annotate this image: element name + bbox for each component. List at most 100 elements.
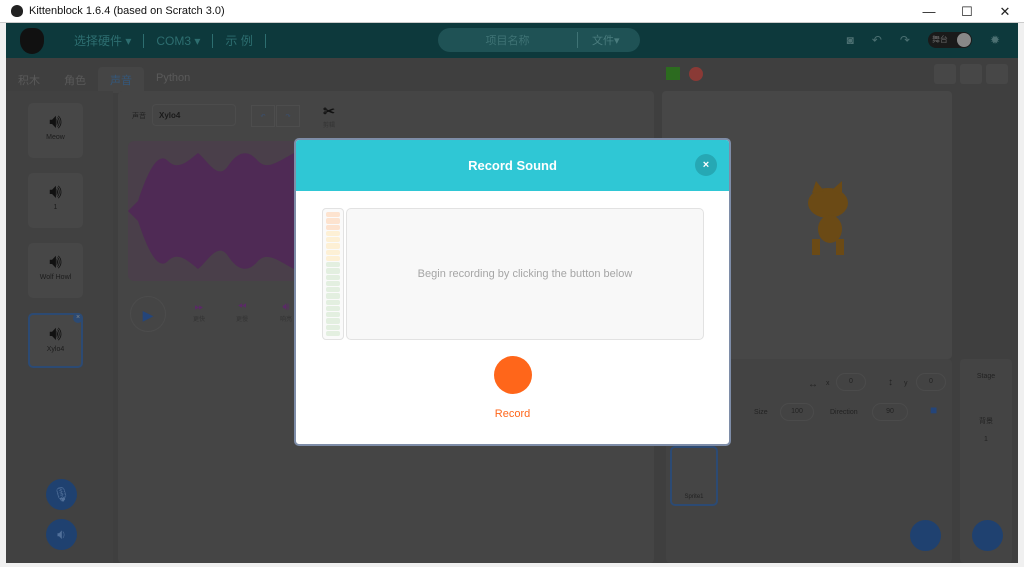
sound-tile[interactable]: 🔊︎ 1: [28, 173, 83, 228]
record-sound-button[interactable]: 🎙︎: [46, 479, 77, 510]
size-input[interactable]: 100: [780, 403, 814, 421]
file-menu[interactable]: 文件▾: [578, 32, 620, 48]
undo-button[interactable]: ↶: [251, 105, 275, 127]
choose-backdrop-button[interactable]: [972, 520, 1003, 551]
close-window-button[interactable]: ✕: [986, 0, 1024, 23]
sound-name: 1: [53, 204, 58, 211]
meter-segment: [326, 249, 340, 255]
project-name-placeholder: 项目名称: [438, 32, 578, 48]
meter-segment: [326, 237, 340, 243]
kittenblock-logo: [20, 27, 44, 54]
normal-stage-button[interactable]: [960, 64, 982, 84]
meter-segment: [326, 299, 340, 305]
speaker-icon: 🔊︎: [49, 251, 62, 273]
effect-louder[interactable]: 🔊︎ 响亮: [280, 301, 292, 323]
tab-costumes[interactable]: 角色: [52, 67, 98, 93]
sprite-tile[interactable]: Sprite1: [670, 446, 718, 506]
sprite-name: Sprite1: [684, 494, 704, 500]
meter-segment: [326, 287, 340, 293]
meter-segment: [326, 224, 340, 230]
effect-faster[interactable]: ⏩︎ 更快: [193, 301, 205, 323]
meter-segment: [326, 293, 340, 299]
sound-name: Meow: [46, 134, 65, 141]
meter-segment: [326, 330, 340, 336]
record-sound-modal: Record Sound × Begin recording by clicki…: [294, 138, 731, 446]
meter-segment: [326, 280, 340, 286]
waveform: [128, 141, 298, 281]
stage-title: Stage: [976, 373, 996, 380]
small-stage-button[interactable]: [934, 64, 956, 84]
meter-segment: [326, 243, 340, 249]
mode-toggle[interactable]: 舞台: [927, 32, 972, 48]
x-label: x: [826, 380, 830, 387]
x-arrows-icon: ↔: [808, 379, 818, 390]
recording-hint: Begin recording by clicking the button b…: [417, 268, 633, 280]
direction-input[interactable]: 90: [872, 403, 908, 421]
sound-name-label: 声音: [132, 113, 146, 120]
sound-tile[interactable]: 🔊︎ Meow: [28, 103, 83, 158]
camera-icon[interactable]: ◙: [847, 33, 854, 47]
sound-tile[interactable]: 🔊︎ Wolf Howl: [28, 243, 83, 298]
choose-sprite-button[interactable]: [910, 520, 941, 551]
backdrops-count: 1: [984, 436, 988, 443]
speaker-icon: 🔊︎: [49, 181, 62, 203]
microphone-icon: 🎙︎: [52, 486, 71, 502]
x-input[interactable]: 0: [836, 373, 866, 391]
robot-icon[interactable]: ■: [930, 403, 937, 417]
green-flag-icon[interactable]: [666, 67, 680, 80]
sound-name-input[interactable]: Xylo4: [152, 104, 236, 126]
tab-sounds[interactable]: 声音: [98, 67, 144, 93]
speaker-icon: 🔊︎: [49, 323, 62, 345]
scissors-icon: ✂: [323, 103, 335, 119]
tab-code[interactable]: 积木: [6, 67, 52, 93]
sound-tile-selected[interactable]: × 🔊︎ Xylo4: [28, 313, 83, 368]
menubar: 选择硬件 ▾ COM3 ▾ 示 例 项目名称 文件▾ ◙ ↶ ↷ 舞台 ✹: [6, 23, 1018, 58]
cat-sprite: [808, 181, 848, 255]
trim-button[interactable]: ✂ 剪辑: [323, 103, 335, 129]
project-name-input[interactable]: 项目名称 文件▾: [438, 28, 640, 52]
sound-list: 🔊︎ Meow 🔊︎ 1 🔊︎ Wolf Howl × 🔊︎ Xylo4 🎙︎ 🔉︎: [6, 91, 113, 563]
redo-button[interactable]: ↷: [276, 105, 300, 127]
y-input[interactable]: 0: [916, 373, 946, 391]
stop-icon[interactable]: [689, 67, 703, 81]
add-sound-icon: 🔉︎: [57, 526, 66, 542]
modal-title: Record Sound: [468, 158, 557, 173]
title-bar: Kittenblock 1.6.4 (based on Scratch 3.0)…: [0, 0, 1024, 23]
redo-icon[interactable]: ↷: [900, 33, 910, 47]
undo-icon[interactable]: ↶: [872, 33, 882, 47]
meter-segment: [326, 212, 340, 218]
close-modal-button[interactable]: ×: [695, 154, 717, 176]
meter-segment: [326, 268, 340, 274]
settings-gear-icon[interactable]: ✹: [990, 33, 1000, 47]
size-label: Size: [754, 409, 768, 416]
sound-name: Wolf Howl: [39, 274, 72, 281]
editor-tabs: 积木 角色 声音 Python: [6, 67, 202, 93]
backdrops-label: 背景: [979, 418, 993, 425]
delete-icon[interactable]: ×: [73, 313, 83, 323]
meter-segment: [326, 324, 340, 330]
waveform-graphic: [128, 151, 298, 271]
choose-sound-button[interactable]: 🔉︎: [46, 519, 77, 550]
effect-slower[interactable]: ⏪︎ 更慢: [236, 301, 248, 323]
sound-name: Xylo4: [46, 346, 65, 353]
meter-segment: [326, 305, 340, 311]
modal-header: Record Sound ×: [296, 140, 729, 191]
y-arrows-icon: ↕: [888, 377, 893, 388]
meter-segment: [326, 255, 340, 261]
menu-examples[interactable]: 示 例: [213, 33, 266, 48]
fullscreen-button[interactable]: [986, 64, 1008, 84]
meter-segment: [326, 318, 340, 324]
record-button[interactable]: [494, 356, 532, 394]
play-button[interactable]: ▶: [130, 296, 166, 332]
minimize-button[interactable]: —: [910, 0, 948, 23]
tab-python[interactable]: Python: [144, 67, 202, 93]
record-label: Record: [494, 408, 531, 420]
meter-segment: [326, 312, 340, 318]
app-logo-icon: [11, 5, 23, 17]
meter-segment: [326, 230, 340, 236]
menu-port[interactable]: COM3 ▾: [144, 33, 214, 48]
menu-hardware[interactable]: 选择硬件 ▾: [62, 33, 145, 48]
maximize-button[interactable]: ☐: [948, 0, 986, 23]
meter-segment: [326, 274, 340, 280]
y-label: y: [904, 380, 908, 387]
